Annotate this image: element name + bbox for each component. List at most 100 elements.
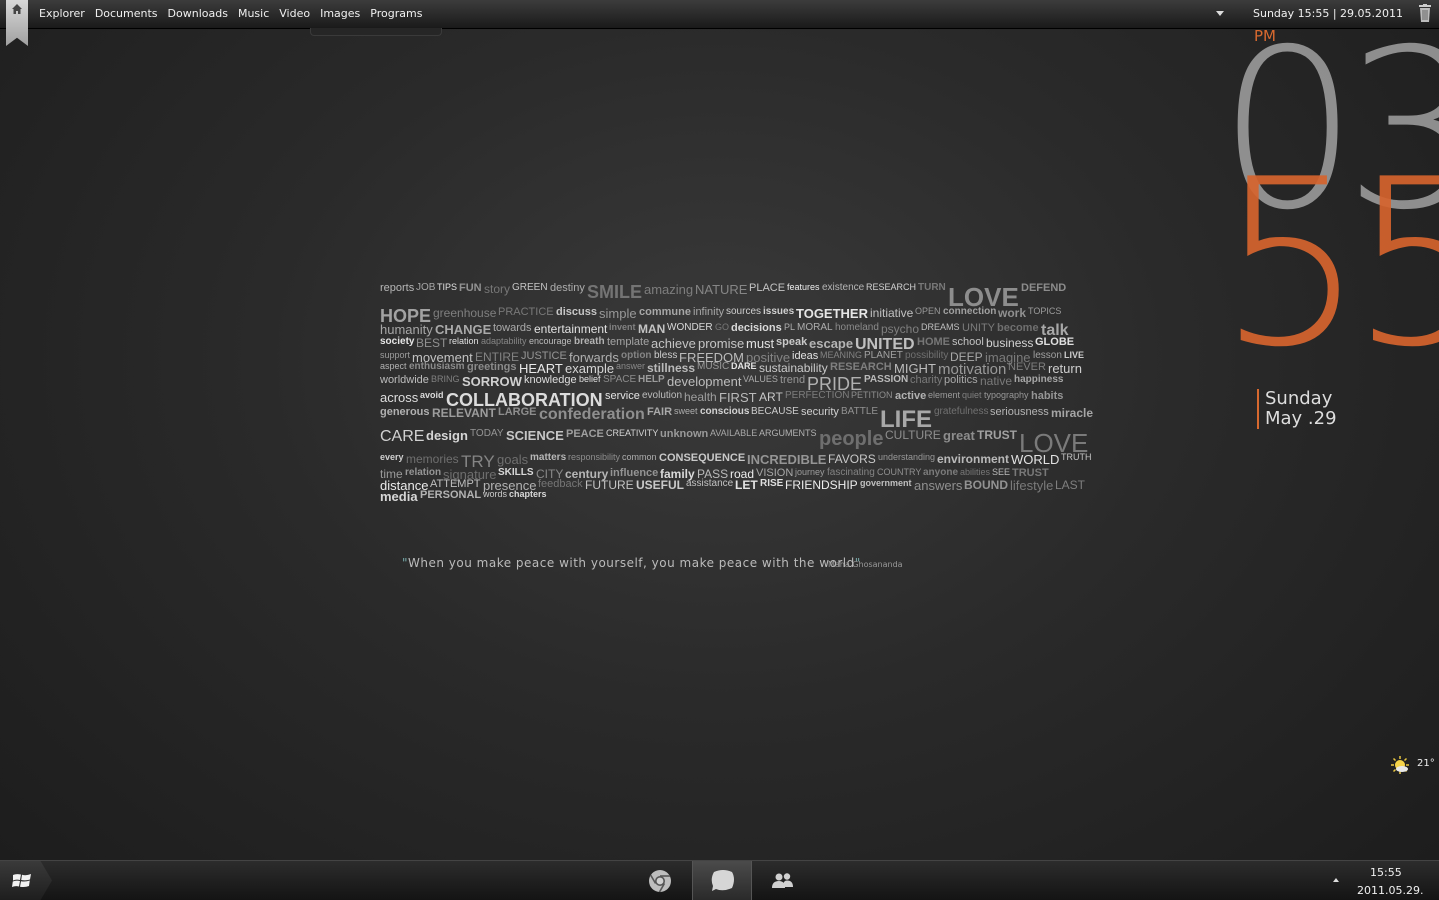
word-cloud-word: decisions (731, 322, 782, 334)
word-cloud-word: FAVORS (828, 452, 876, 466)
word-cloud-word: enthusiasm (409, 361, 465, 372)
word-cloud-word: worldwide (380, 374, 429, 386)
word-cloud-word: people (819, 428, 884, 450)
word-cloud-word: answer (616, 361, 646, 371)
word-cloud-word: habits (1031, 390, 1064, 402)
word-cloud-word: responsibility (568, 452, 621, 462)
word-cloud-word: JOB (416, 282, 436, 293)
word-cloud-word: CULTURE (885, 428, 941, 442)
tray-expand-icon[interactable] (1333, 878, 1339, 882)
word-cloud-word: assistance (686, 478, 734, 489)
word-cloud-word: psycho (881, 322, 920, 336)
word-cloud-word: SEE (992, 467, 1011, 477)
word-cloud-word: HELP (638, 374, 665, 385)
menu-item-explorer[interactable]: Explorer (39, 7, 85, 20)
menu-item-documents[interactable]: Documents (95, 7, 158, 20)
word-cloud-word: invent (609, 322, 636, 332)
word-cloud-word: trend (780, 374, 806, 386)
word-cloud-word: commune (639, 306, 691, 318)
menu-item-images[interactable]: Images (320, 7, 360, 20)
taskbar (0, 860, 1439, 900)
word-cloud-word: COUNTRY (877, 467, 922, 477)
word-cloud-word: bless (654, 350, 678, 361)
word-cloud-word: understanding (878, 452, 936, 462)
word-cloud-word: INCREDIBLE (747, 452, 827, 467)
menu-item-programs[interactable]: Programs (370, 7, 422, 20)
word-cloud-word: business (986, 336, 1034, 350)
quote-author: Maha Ghosananda (828, 560, 903, 569)
chat-bubble-icon (711, 870, 734, 891)
word-cloud-word: SORROW (462, 374, 522, 389)
word-cloud-word: PEACE (566, 428, 604, 440)
word-cloud-word: promise (698, 336, 745, 351)
word-cloud-word: greetings (467, 361, 517, 373)
word-cloud-word: FRIENDSHIP (785, 478, 858, 492)
word-cloud-word: connection (943, 306, 997, 317)
word-cloud-word: PETITION (851, 390, 893, 400)
word-cloud-word: knowledge (524, 374, 577, 386)
word-cloud-word: CREATIVITY (606, 428, 659, 438)
word-cloud-word: stillness (647, 361, 696, 375)
taskbar-chrome-button[interactable] (631, 861, 689, 900)
word-cloud-word: humanity (380, 322, 433, 337)
word-cloud-word: destiny (550, 282, 585, 294)
word-cloud-word: generous (380, 406, 430, 418)
word-cloud-word: evolution (642, 390, 683, 401)
word-cloud-word: native (980, 374, 1013, 388)
taskbar-clock-time[interactable]: 15:55 (1370, 866, 1402, 879)
word-cloud-word: PL (784, 322, 796, 332)
sun-weather-icon[interactable] (1390, 755, 1410, 775)
word-cloud-word: fascinating (827, 467, 875, 478)
word-cloud-word: across (380, 390, 419, 405)
word-cloud-word: element (928, 390, 961, 400)
word-cloud-word: template (607, 336, 650, 348)
word-cloud-word: HOME (917, 336, 950, 348)
word-cloud-word: greenhouse (433, 306, 497, 320)
word-cloud-word: features (787, 282, 820, 292)
word-cloud-word: belief (579, 374, 601, 384)
word-cloud-word: school (952, 336, 984, 348)
home-bookmark-tab[interactable] (6, 0, 28, 46)
word-cloud-word: towards (493, 322, 532, 334)
word-cloud-word: development (667, 374, 742, 389)
word-cloud-word: adaptability (481, 336, 527, 346)
word-cloud-word: BOUND (964, 478, 1008, 492)
word-cloud-word: great (943, 428, 975, 443)
word-cloud-word: words (483, 489, 508, 499)
word-cloud-word: aspect (380, 361, 407, 371)
word-cloud-word: RELEVANT (432, 406, 496, 420)
taskbar-chat-button[interactable] (692, 861, 752, 900)
word-cloud-word: avoid (420, 390, 444, 400)
word-cloud-word: SMILE (587, 282, 643, 302)
word-cloud-word: MORAL (797, 322, 833, 333)
menu-item-music[interactable]: Music (238, 7, 269, 20)
word-cloud-word: LAST (1055, 478, 1086, 492)
word-cloud-word: BEST (416, 336, 448, 350)
word-cloud-word: escape (809, 336, 854, 351)
word-cloud-word: GREEN (512, 282, 548, 293)
windows-logo-icon (12, 874, 31, 887)
menu-item-video[interactable]: Video (279, 7, 310, 20)
word-cloud-word: PERFECTION (785, 390, 850, 401)
taskbar-clock-date[interactable]: 2011.05.29. (1357, 884, 1423, 897)
word-cloud-word: lifestyle (1010, 478, 1054, 493)
start-button[interactable] (0, 861, 52, 900)
word-cloud-word: environment (937, 452, 1010, 466)
word-cloud-word: VALUES (743, 374, 778, 384)
word-cloud-word: MEANING (820, 350, 863, 360)
word-cloud-word: health (684, 390, 717, 404)
word-cloud-word: BECAUSE (751, 406, 799, 417)
menu-item-downloads[interactable]: Downloads (168, 7, 228, 20)
word-cloud-word: WORLD (1011, 452, 1060, 467)
word-cloud-word: anyone (923, 467, 959, 478)
word-cloud-word: encourage (529, 336, 572, 346)
word-cloud-word: FUTURE (585, 478, 634, 492)
contacts-icon (772, 873, 793, 888)
taskbar-contacts-button[interactable] (754, 861, 812, 900)
word-cloud-word: miracle (1051, 406, 1094, 420)
word-cloud-word: TOPICS (1028, 306, 1062, 316)
word-cloud-word: every (380, 452, 404, 462)
word-cloud-word: sweet (674, 406, 698, 416)
wallpaper-word-cloud: reports JOB TIPS FUN story GREEN destiny SMILE a… (380, 282, 1100, 527)
word-cloud-word: GLOBE (1035, 336, 1075, 348)
